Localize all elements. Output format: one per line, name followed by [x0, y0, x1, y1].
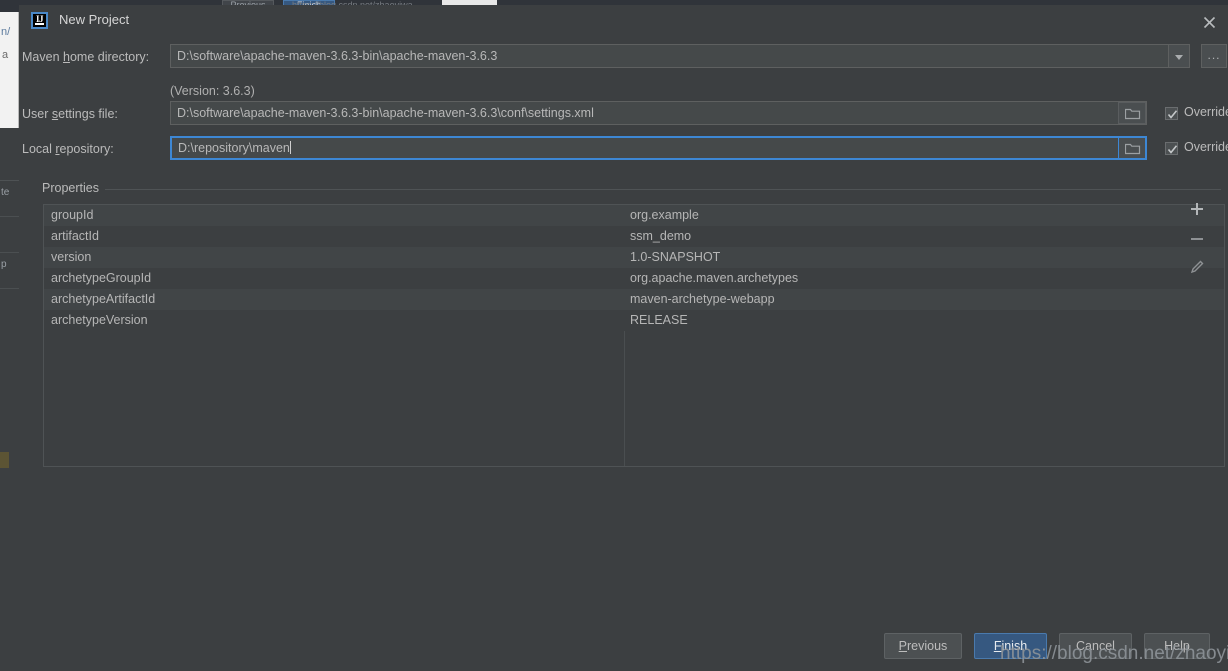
checkbox-box: [1165, 107, 1178, 120]
backdrop-left-row: te: [0, 181, 19, 217]
text-caret: [289, 141, 291, 154]
remove-property-button[interactable]: [1189, 231, 1217, 259]
maven-home-directory-label: Maven home directory:: [22, 50, 149, 64]
table-row[interactable]: artifactId ssm_demo: [44, 226, 1224, 247]
maven-home-directory-input[interactable]: D:\software\apache-maven-3.6.3-bin\apach…: [170, 44, 1189, 68]
property-value: org.example: [630, 208, 699, 222]
plus-icon: [1191, 203, 1203, 215]
backdrop-left-rows: te p: [0, 180, 19, 470]
backdrop-left-tool-window: n/ a: [0, 12, 19, 128]
properties-table-toolbar: [1189, 201, 1223, 301]
backdrop-left-fragment-2: a: [2, 49, 9, 61]
table-row[interactable]: archetypeVersion RELEASE: [44, 310, 1224, 331]
local-repository-value: D:\repository\maven: [178, 141, 290, 155]
finish-button[interactable]: Finish: [974, 633, 1047, 659]
local-repository-folder-icon[interactable]: [1118, 137, 1146, 159]
property-key: artifactId: [51, 229, 99, 243]
pencil-icon: [1190, 260, 1204, 274]
new-project-dialog: IJ New Project Maven home directory: D:\…: [19, 5, 1228, 671]
user-settings-override-label: Override: [1184, 105, 1228, 119]
property-key: archetypeArtifactId: [51, 292, 156, 306]
local-repository-override-label: Override: [1184, 140, 1228, 154]
user-settings-file-label: User settings file:: [22, 107, 118, 121]
help-button[interactable]: Help: [1144, 633, 1210, 659]
properties-legend: Properties: [37, 181, 104, 195]
local-repository-label: Local repository:: [22, 142, 114, 156]
backdrop-left-row-text: p: [1, 259, 7, 270]
edit-property-button[interactable]: [1189, 259, 1217, 287]
dialog-title-bar: IJ New Project: [19, 5, 1228, 37]
add-property-button[interactable]: [1189, 201, 1217, 229]
user-settings-file-input[interactable]: D:\software\apache-maven-3.6.3-bin\apach…: [170, 101, 1147, 125]
properties-group-rule: [105, 189, 1221, 190]
backdrop-left-row: p: [0, 253, 19, 289]
dialog-button-bar: Previous Finish Cancel Help: [19, 633, 1228, 663]
backdrop-left-row: [0, 217, 19, 253]
property-key: groupId: [51, 208, 94, 222]
user-settings-label-pre: User: [22, 107, 52, 121]
user-settings-folder-icon[interactable]: [1118, 102, 1146, 124]
property-key: archetypeVersion: [51, 313, 148, 327]
maven-home-label-post: ome directory:: [69, 50, 150, 64]
properties-table[interactable]: groupId org.example artifactId ssm_demo …: [43, 204, 1225, 467]
previous-button[interactable]: Previous: [884, 633, 962, 659]
maven-home-dropdown-button[interactable]: [1168, 44, 1190, 68]
local-repository-input[interactable]: D:\repository\maven: [170, 136, 1147, 160]
checkbox-box: [1165, 142, 1178, 155]
previous-label-post: revious: [907, 639, 948, 653]
finish-label-post: inish: [1001, 639, 1028, 653]
backdrop-left-accent: [0, 452, 9, 468]
property-value: 1.0-SNAPSHOT: [630, 250, 721, 264]
table-row[interactable]: version 1.0-SNAPSHOT: [44, 247, 1224, 268]
property-key: version: [51, 250, 92, 264]
properties-group: Properties groupId org.example artifactI…: [22, 181, 1225, 471]
close-icon[interactable]: [1192, 7, 1226, 35]
property-key: archetypeGroupId: [51, 271, 152, 285]
previous-label-mnemonic: P: [898, 639, 908, 653]
property-value: org.apache.maven.archetypes: [630, 271, 799, 285]
table-row[interactable]: archetypeGroupId org.apache.maven.archet…: [44, 268, 1224, 289]
maven-version-note: (Version: 3.6.3): [170, 84, 255, 98]
property-value: ssm_demo: [630, 229, 692, 243]
cancel-button[interactable]: Cancel: [1059, 633, 1132, 659]
local-repository-label-pre: Local: [22, 142, 56, 156]
backdrop-left-row-text: te: [1, 187, 10, 198]
maven-home-browse-button[interactable]: ...: [1201, 44, 1227, 68]
page-title: New Project: [59, 12, 130, 27]
table-row[interactable]: groupId org.example: [44, 205, 1224, 226]
chevron-down-icon: [1175, 55, 1183, 60]
local-repository-label-post: epository:: [59, 142, 114, 156]
intellij-idea-icon: IJ: [31, 12, 48, 29]
property-value: maven-archetype-webapp: [630, 292, 775, 306]
intellij-idea-icon-bar: [35, 23, 44, 25]
minus-icon: [1191, 238, 1203, 240]
user-settings-label-post: ettings file:: [58, 107, 118, 121]
table-row[interactable]: archetypeArtifactId maven-archetype-weba…: [44, 289, 1224, 310]
maven-home-label-mnemonic: h: [63, 50, 70, 64]
maven-home-label-pre: Maven: [22, 50, 63, 64]
backdrop-left-fragment-1: n/: [1, 26, 11, 38]
property-value: RELEASE: [630, 313, 688, 327]
